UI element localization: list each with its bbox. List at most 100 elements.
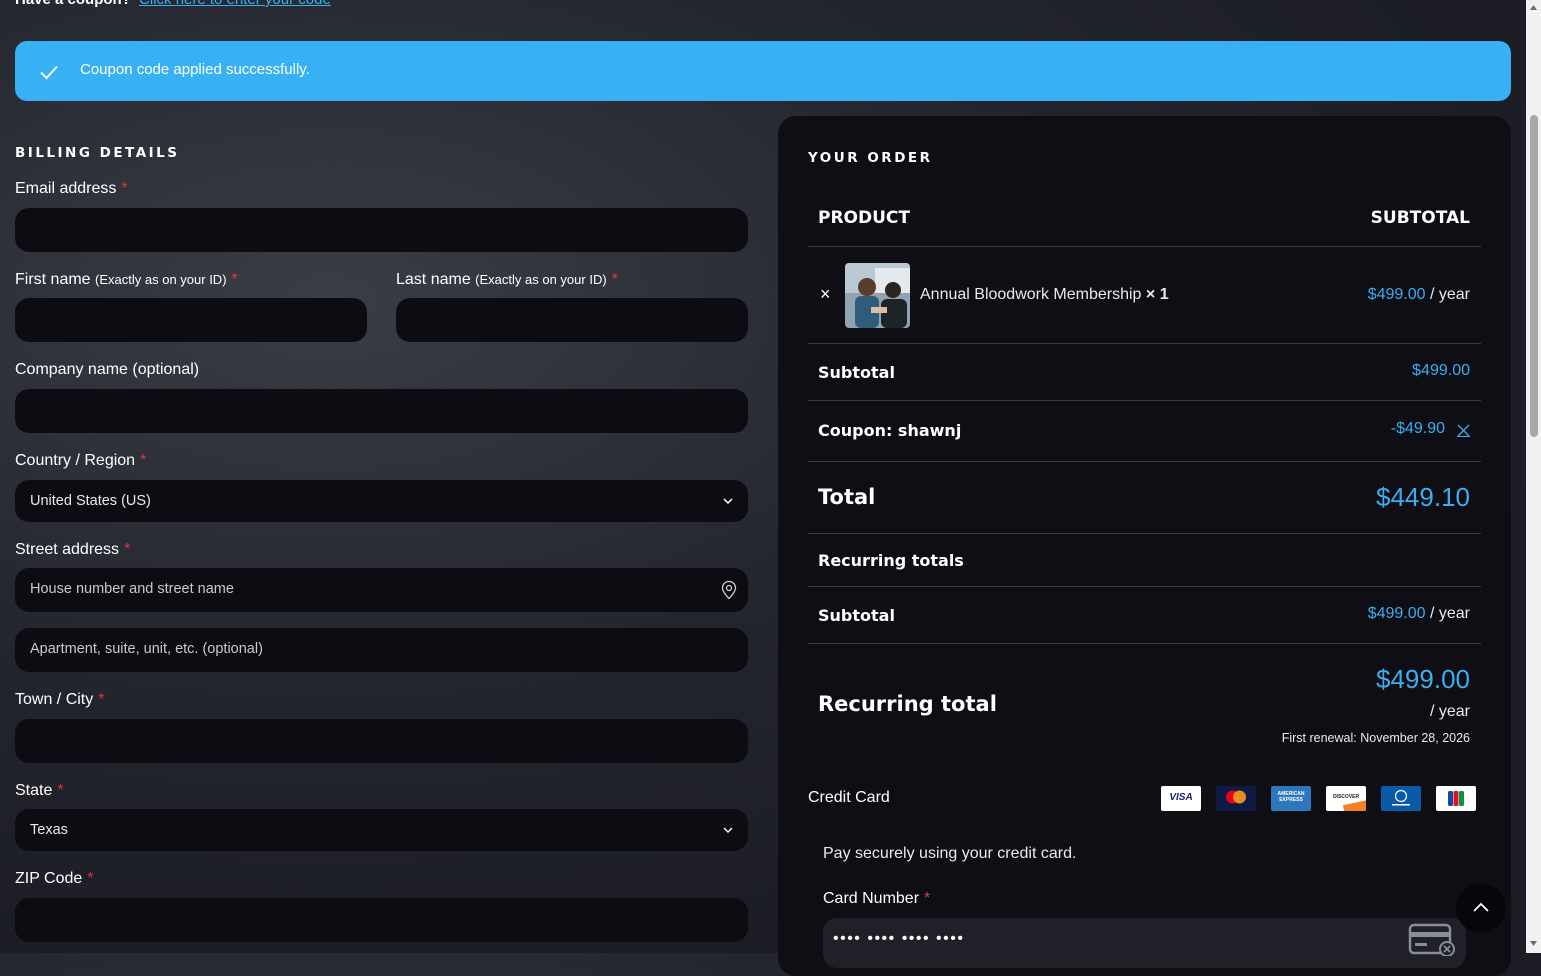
total-label: Total xyxy=(818,485,876,509)
divider xyxy=(808,400,1481,401)
city-label: Town / City * xyxy=(15,691,104,709)
coupon-prompt-text: Have a coupon? xyxy=(15,0,131,8)
city-field[interactable] xyxy=(15,719,748,763)
required-mark: * xyxy=(611,271,618,288)
divider xyxy=(808,343,1481,344)
credit-card-method-label[interactable]: Credit Card xyxy=(808,789,890,807)
state-select[interactable]: Texas xyxy=(15,809,748,851)
your-order-title: YOUR ORDER xyxy=(808,150,933,166)
company-field[interactable] xyxy=(15,389,748,433)
mastercard-logo xyxy=(1226,790,1246,804)
order-item-price: $499.00 / year xyxy=(1270,286,1470,304)
divider xyxy=(808,643,1481,644)
recurring-subtotal-label: Subtotal xyxy=(818,606,895,625)
required-mark: * xyxy=(57,782,64,799)
scroll-to-top-button[interactable] xyxy=(1456,883,1506,933)
street-address-placeholder: House number and street name xyxy=(30,581,234,597)
recurring-subtotal-amount: $499.00 xyxy=(1367,605,1426,622)
subtotal-value: $499.00 xyxy=(1412,362,1470,379)
email-label-text: Email address xyxy=(15,180,117,197)
apartment-placeholder: Apartment, suite, unit, etc. (optional) xyxy=(30,641,263,657)
visa-icon-text: VISA xyxy=(1169,792,1193,803)
zip-label-text: ZIP Code xyxy=(15,870,83,887)
recurring-total-label: Recurring total xyxy=(818,692,997,716)
order-item-name: Annual Bloodwork Membership × 1 xyxy=(920,286,1169,304)
last-name-label-text: Last name xyxy=(396,271,471,288)
zip-field[interactable] xyxy=(15,898,748,942)
page-scrollbar[interactable] xyxy=(1526,0,1541,953)
visa-icon: VISA xyxy=(1161,786,1201,811)
remove-coupon-icon[interactable] xyxy=(1457,424,1470,437)
card-number-label: Card Number * xyxy=(823,890,930,908)
street-label-text: Street address xyxy=(15,541,120,558)
country-select[interactable]: United States (US) xyxy=(15,480,748,522)
notice-message: Coupon code applied successfully. xyxy=(80,61,310,78)
amex-icon-text: AMERICAN EXPRESS xyxy=(1277,791,1305,803)
street-label: Street address * xyxy=(15,541,130,559)
first-name-label: First name (Exactly as on your ID) * xyxy=(15,271,238,289)
recurring-subtotal-period: / year xyxy=(1429,605,1470,622)
credit-card-error-icon xyxy=(1408,923,1455,956)
discover-icon-text: DISCOVER xyxy=(1332,794,1360,800)
required-mark: * xyxy=(124,541,131,558)
order-item-period: / year xyxy=(1429,286,1470,303)
scroll-up-arrow-icon[interactable] xyxy=(1529,4,1538,11)
apartment-field[interactable]: Apartment, suite, unit, etc. (optional) xyxy=(15,628,748,672)
coupon-prompt: Have a coupon? Click here to enter your … xyxy=(15,0,331,8)
recurring-subtotal-value: $499.00 / year xyxy=(1270,605,1470,623)
country-select-value: United States (US) xyxy=(30,493,151,509)
state-select-value: Texas xyxy=(30,822,68,838)
divider xyxy=(808,461,1481,462)
required-mark: * xyxy=(87,870,94,887)
street-address-field[interactable]: House number and street name xyxy=(15,568,748,612)
amex-icon: AMERICAN EXPRESS xyxy=(1271,786,1311,811)
required-mark: * xyxy=(140,452,147,469)
scrollbar-thumb[interactable] xyxy=(1530,115,1538,437)
coupon-label: Coupon: shawnj xyxy=(818,421,962,440)
country-label-text: Country / Region xyxy=(15,452,136,469)
last-name-field[interactable] xyxy=(396,298,748,342)
divider xyxy=(808,533,1481,534)
zip-label: ZIP Code * xyxy=(15,870,94,888)
location-pin-icon[interactable] xyxy=(720,580,738,600)
diners-club-logo xyxy=(1392,789,1410,806)
first-name-field[interactable] xyxy=(15,298,367,342)
subtotal-label: Subtotal xyxy=(818,363,895,382)
checkmark-icon xyxy=(40,65,58,80)
recurring-total-value: $499.00 xyxy=(1376,664,1470,694)
email-field[interactable] xyxy=(15,208,748,252)
required-mark: * xyxy=(231,271,238,288)
city-label-text: Town / City xyxy=(15,691,94,708)
jcb-icon xyxy=(1436,786,1476,811)
recurring-total-period: / year xyxy=(1429,703,1470,720)
card-number-placeholder: •••• •••• •••• •••• xyxy=(833,930,965,947)
chevron-down-icon xyxy=(723,498,733,505)
company-label: Company name (optional) xyxy=(15,361,200,378)
diners-club-icon xyxy=(1381,786,1421,811)
country-label: Country / Region * xyxy=(15,452,146,470)
remove-item-button[interactable]: × xyxy=(820,284,831,305)
divider xyxy=(808,246,1481,247)
email-label: Email address * xyxy=(15,180,128,198)
first-name-label-text: First name xyxy=(15,271,91,288)
enter-coupon-link[interactable]: Click here to enter your code xyxy=(139,0,331,8)
required-mark: * xyxy=(924,890,931,907)
mastercard-icon xyxy=(1216,786,1256,811)
order-item-title: Annual Bloodwork Membership xyxy=(920,286,1142,303)
card-number-field[interactable]: •••• •••• •••• •••• xyxy=(823,918,1466,968)
total-value: $449.10 xyxy=(1376,482,1470,512)
chevron-down-icon xyxy=(723,827,733,834)
scroll-down-arrow-icon[interactable] xyxy=(1529,940,1538,947)
state-label: State * xyxy=(15,782,64,800)
first-renewal-date: First renewal: November 28, 2026 xyxy=(1281,731,1470,745)
payment-description: Pay securely using your credit card. xyxy=(823,845,1077,862)
discover-icon: DISCOVER xyxy=(1326,786,1366,811)
recurring-totals-heading: Recurring totals xyxy=(818,551,964,570)
coupon-success-notice: Coupon code applied successfully. xyxy=(15,41,1511,101)
order-item-amount: $499.00 xyxy=(1367,286,1426,303)
last-name-hint: (Exactly as on your ID) xyxy=(475,272,607,287)
order-item-qty: × 1 xyxy=(1145,286,1169,303)
chevron-up-icon xyxy=(1473,902,1489,912)
product-thumbnail xyxy=(845,263,910,328)
jcb-logo xyxy=(1448,791,1464,806)
